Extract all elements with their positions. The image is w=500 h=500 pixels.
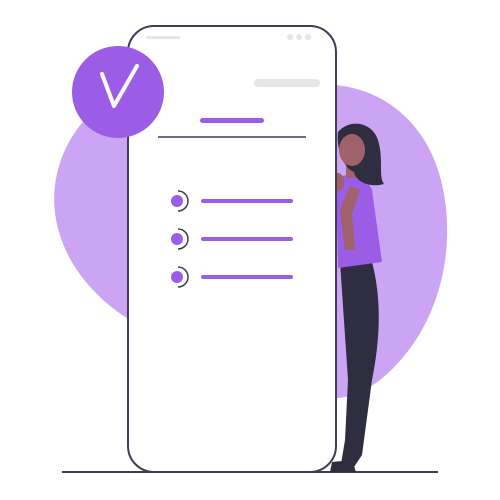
check-dot-icon — [171, 233, 183, 245]
badge-circle — [72, 46, 164, 138]
checklist-item-line — [201, 275, 293, 279]
person-head — [339, 134, 365, 166]
checklist-item-line — [201, 199, 293, 203]
status-bar-placeholder — [146, 36, 180, 39]
title-placeholder — [200, 118, 264, 123]
status-dot-3 — [305, 34, 311, 40]
check-badge — [72, 46, 164, 138]
illustration-canvas — [0, 0, 500, 500]
status-dot-1 — [287, 34, 293, 40]
header-placeholder — [254, 79, 320, 87]
person-shoe — [330, 460, 356, 472]
check-dot-icon — [171, 271, 183, 283]
checklist-illustration — [54, 25, 448, 473]
check-dot-icon — [171, 195, 183, 207]
checklist-item-line — [201, 237, 293, 241]
status-dot-2 — [296, 34, 302, 40]
